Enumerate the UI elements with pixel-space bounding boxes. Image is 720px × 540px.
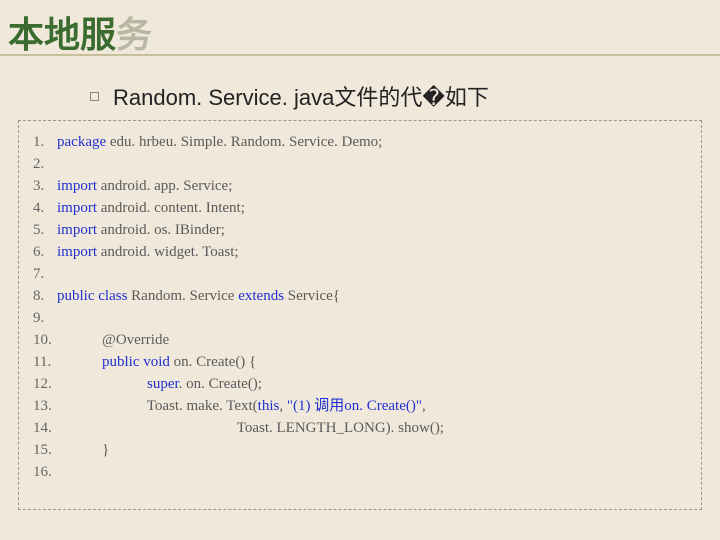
line-number: 2. — [33, 153, 57, 175]
line-content: Toast. LENGTH_LONG). show(); — [57, 417, 444, 439]
line-number: 13. — [33, 395, 57, 417]
code-line: 16. — [33, 461, 687, 483]
slide: 本地服务 Random. Service. java文件的代�如下 1.pack… — [0, 0, 720, 540]
code-line: 12. super. on. Create(); — [33, 373, 687, 395]
page-title: 本地服务 — [8, 6, 152, 58]
code-line: 1.package edu. hrbeu. Simple. Random. Se… — [33, 131, 687, 153]
code-line: 9. — [33, 307, 687, 329]
line-number: 7. — [33, 263, 57, 285]
line-content: super. on. Create(); — [57, 373, 262, 395]
line-number: 1. — [33, 131, 57, 153]
code-line: 4.import android. content. Intent; — [33, 197, 687, 219]
line-number: 4. — [33, 197, 57, 219]
square-bullet-icon — [90, 92, 99, 101]
code-line: 3.import android. app. Service; — [33, 175, 687, 197]
code-line: 5.import android. os. IBinder; — [33, 219, 687, 241]
code-line: 14. Toast. LENGTH_LONG). show(); — [33, 417, 687, 439]
line-number: 11. — [33, 351, 57, 373]
line-number: 15. — [33, 439, 57, 461]
line-content: Toast. make. Text(this, "(1) 调用on. Creat… — [57, 395, 426, 417]
line-content: package edu. hrbeu. Simple. Random. Serv… — [57, 131, 382, 153]
line-content: public void on. Create() { — [57, 351, 256, 373]
code-line: 10. @Override — [33, 329, 687, 351]
line-content: import android. widget. Toast; — [57, 241, 239, 263]
code-line: 13. Toast. make. Text(this, "(1) 调用on. C… — [33, 395, 687, 417]
line-number: 9. — [33, 307, 57, 329]
code-line: 7. — [33, 263, 687, 285]
line-number: 3. — [33, 175, 57, 197]
line-number: 12. — [33, 373, 57, 395]
code-line: 8.public class Random. Service extends S… — [33, 285, 687, 307]
title-part-2: 务 — [116, 15, 152, 55]
code-block: 1.package edu. hrbeu. Simple. Random. Se… — [18, 120, 702, 510]
line-content: @Override — [57, 329, 169, 351]
line-content: import android. content. Intent; — [57, 197, 245, 219]
line-number: 16. — [33, 461, 57, 483]
line-number: 8. — [33, 285, 57, 307]
subtitle-text: Random. Service. java文件的代�如下 — [113, 80, 489, 112]
code-line: 6.import android. widget. Toast; — [33, 241, 687, 263]
title-underline — [0, 54, 720, 56]
line-number: 5. — [33, 219, 57, 241]
line-content: } — [57, 439, 109, 461]
subtitle-row: Random. Service. java文件的代�如下 — [90, 80, 489, 112]
line-content: import android. app. Service; — [57, 175, 232, 197]
line-content: import android. os. IBinder; — [57, 219, 225, 241]
title-part-1: 本地服 — [8, 15, 116, 55]
line-number: 14. — [33, 417, 57, 439]
code-line: 2. — [33, 153, 687, 175]
line-number: 10. — [33, 329, 57, 351]
line-number: 6. — [33, 241, 57, 263]
line-content: public class Random. Service extends Ser… — [57, 285, 340, 307]
code-line: 11. public void on. Create() { — [33, 351, 687, 373]
code-line: 15. } — [33, 439, 687, 461]
